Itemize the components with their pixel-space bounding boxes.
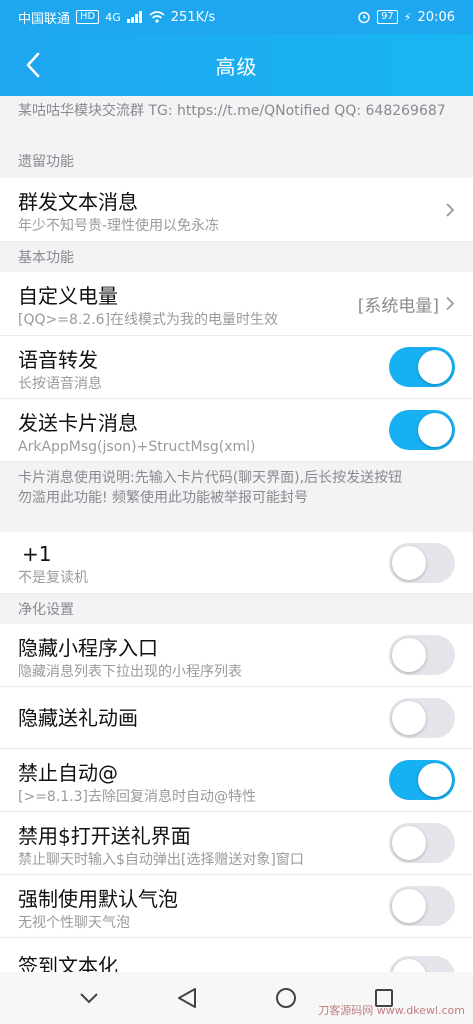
row-card-message[interactable]: 发送卡片消息 ArkAppMsg(json)+StructMsg(xml) — [0, 399, 473, 462]
hd-icon: HD — [76, 10, 100, 24]
row-custom-battery[interactable]: 自定义电量 [QQ>=8.2.6]在线模式为我的电量时生效 [系统电量] — [0, 272, 473, 336]
page-title: 高级 — [215, 54, 258, 79]
card-usage-notice: 卡片消息使用说明:先输入卡片代码(聊天界面),后长按发送按钮 勿滥用此功能! 频… — [0, 462, 473, 532]
carrier-label: 中国联通 — [18, 11, 71, 27]
wifi-icon — [149, 11, 165, 23]
disable-gift-ui-toggle[interactable] — [389, 823, 455, 863]
charging-icon: ⚡ — [403, 10, 412, 24]
status-bar: 中国联通 HD 4G 251K/s 97 ⚡ 20:06 — [0, 0, 473, 34]
toggle-knob — [418, 350, 452, 384]
circle-home-icon — [275, 988, 296, 1008]
row-voice-forward[interactable]: 语音转发 长按语音消息 — [0, 336, 473, 399]
row-no-auto-at[interactable]: 禁止自动@ [>=8.1.3]去除回复消息时自动@特性 — [0, 749, 473, 812]
toggle-knob — [392, 826, 426, 860]
back-button[interactable] — [18, 48, 48, 82]
battery-level: 97 — [377, 10, 398, 24]
toggle-knob — [392, 889, 426, 923]
sign-text-toggle[interactable] — [389, 956, 455, 972]
section-header-purify: 净化设置 — [0, 594, 473, 624]
section-header-basic: 基本功能 — [0, 242, 473, 272]
chevron-right-icon — [446, 296, 455, 311]
toggle-knob — [418, 763, 452, 797]
hide-mini-program-toggle[interactable] — [389, 635, 455, 675]
plus-one-toggle[interactable] — [389, 542, 455, 583]
chevron-left-icon — [26, 52, 40, 78]
triangle-back-icon — [178, 988, 197, 1008]
row-title: 隐藏送礼动画 — [18, 705, 138, 730]
chevron-right-icon — [446, 202, 455, 217]
chevron-down-icon — [80, 993, 98, 1004]
row-hide-gift-animation[interactable]: 隐藏送礼动画 — [0, 687, 473, 749]
title-bar: 高级 — [0, 34, 473, 96]
toggle-knob — [392, 638, 426, 672]
nav-home-button[interactable] — [266, 978, 306, 1018]
no-auto-at-toggle[interactable] — [389, 760, 455, 800]
settings-list[interactable]: 某咕咕华模块交流群 TG: https://t.me/QNotified QQ:… — [0, 96, 473, 972]
toggle-knob — [392, 700, 426, 735]
card-notice-line-2: 勿滥用此功能! 频繁使用此功能被举报可能封号 — [18, 490, 309, 506]
row-plus-one[interactable]: +1 不是复读机 — [0, 532, 473, 594]
alarm-icon — [358, 11, 370, 24]
default-bubble-toggle[interactable] — [389, 886, 455, 926]
net-speed-label: 251K/s — [170, 9, 216, 25]
row-subtitle: 年少不知号贵-理性使用以免永冻 — [18, 218, 220, 234]
nav-collapse-button[interactable] — [69, 978, 109, 1018]
row-default-bubble[interactable]: 强制使用默认气泡 无视个性聊天气泡 — [0, 875, 473, 938]
voice-forward-toggle[interactable] — [389, 347, 455, 387]
signal-icon — [126, 11, 142, 23]
toggle-knob — [418, 413, 452, 447]
nav-back-button[interactable] — [167, 978, 207, 1018]
clock-label: 20:06 — [417, 9, 455, 25]
row-sign-text[interactable]: 签到文本化 — [0, 938, 473, 972]
row-hide-mini-program[interactable]: 隐藏小程序入口 隐藏消息列表下拉出现的小程序列表 — [0, 624, 473, 687]
card-notice-line-1: 卡片消息使用说明:先输入卡片代码(聊天界面),后长按发送按钮 — [18, 470, 403, 486]
card-message-toggle[interactable] — [389, 410, 455, 450]
row-title: 群发文本消息 — [18, 190, 138, 214]
network-type-label: 4G — [105, 10, 121, 24]
watermark: 刀客源码网 www.dkewl.com — [318, 1004, 465, 1017]
section-header-legacy: 遗留功能 — [0, 144, 473, 178]
group-notice: 某咕咕华模块交流群 TG: https://t.me/QNotified QQ:… — [0, 96, 473, 144]
hide-gift-animation-toggle[interactable] — [389, 697, 455, 738]
toggle-knob — [392, 545, 426, 580]
toggle-knob — [392, 959, 426, 972]
battery-value: [系统电量] — [357, 296, 439, 316]
system-nav-bar: 刀客源码网 www.dkewl.com — [0, 972, 473, 1024]
row-disable-gift-ui[interactable]: 禁用$打开送礼界面 禁止聊天时输入$自动弹出[选择赠送对象]窗口 — [0, 812, 473, 875]
row-mass-text[interactable]: 群发文本消息 年少不知号贵-理性使用以免永冻 — [0, 178, 473, 242]
